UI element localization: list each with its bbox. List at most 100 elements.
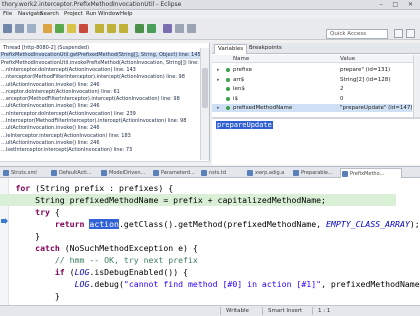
variables-scrollbar[interactable]: [413, 55, 420, 117]
local-variable-icon: [226, 87, 230, 92]
status-cursor-position: 1 : 1: [318, 308, 331, 314]
stack-frame-item[interactable]: …nInterceptor.doIntercept(ActionInvocati…: [0, 111, 209, 118]
code-line[interactable]: String prefixedMethodName = prefix + cap…: [0, 194, 396, 206]
variable-value: String[2] (id=128): [340, 76, 391, 83]
menu-item-project[interactable]: Project: [64, 11, 83, 17]
stack-frame-item[interactable]: …erceptor(MethodFilterInterceptor).inter…: [0, 96, 209, 103]
stack-frame-item[interactable]: …leInterceptor.intercept(ActionInvocatio…: [0, 133, 209, 140]
status-writable: Writable: [226, 308, 249, 314]
java-file-icon: [153, 170, 159, 176]
variable-name: i$: [233, 95, 239, 102]
tab-breakpoints[interactable]: Breakpoints: [246, 44, 285, 54]
print-icon[interactable]: [27, 24, 36, 33]
stack-frame-item[interactable]: …nInterceptor.doIntercept(ActionInvocati…: [0, 67, 209, 74]
java-file-icon: [3, 170, 9, 176]
expand-icon[interactable]: ▸: [217, 105, 220, 111]
code-line[interactable]: return action.getClass().getMethod(prefi…: [0, 218, 420, 230]
variable-row[interactable]: ▸ prefixedMethodName "prepareUpdate" (id=1…: [212, 104, 413, 113]
step-into-icon[interactable]: [95, 24, 104, 33]
menu-item-window[interactable]: Window: [98, 11, 120, 17]
back-icon[interactable]: [175, 24, 184, 33]
window-title: thory.work2.interceptor.PrefixMethodInvo…: [2, 1, 182, 8]
quick-access-input[interactable]: Quick Access: [326, 29, 388, 39]
debug-icon[interactable]: [135, 24, 144, 33]
java-file-icon: [201, 170, 207, 176]
stack-frame-item[interactable]: …ultActionInvocation.invoke() line: 246: [0, 140, 209, 147]
editor-tab-label: Struts.xml: [11, 170, 37, 176]
editor-tab[interactable]: ModelDriven...: [100, 168, 150, 178]
expand-icon[interactable]: ▸: [217, 67, 220, 73]
editor-tab[interactable]: DefaultActi...: [50, 168, 98, 178]
stack-frame-item[interactable]: …ultActionInvocation.invoke() line: 246: [0, 103, 209, 110]
editor-tab[interactable]: Struts.xml: [2, 168, 48, 178]
column-value-header[interactable]: Value: [340, 56, 355, 62]
editor-tab-label: Preparable...: [301, 170, 333, 176]
code-line[interactable]: }: [0, 290, 396, 302]
variables-view: Variables Breakpoints Name Value ▸ prefix…: [212, 43, 420, 165]
variable-value: 2: [340, 86, 344, 93]
menu-item-navigate[interactable]: Navigate: [18, 11, 43, 17]
variable-value: "prepareUpdate" (id=147): [340, 105, 413, 112]
variable-row[interactable]: len$ 2: [212, 85, 412, 93]
step-over-icon[interactable]: [107, 24, 116, 33]
new-icon[interactable]: [3, 24, 12, 33]
debug-scroll-thumb[interactable]: [202, 68, 208, 108]
stack-frame-item[interactable]: …ultActionInvocation.invoke() line: 246: [0, 125, 209, 132]
code-editor[interactable]: for (String prefix : prefixes) { String …: [0, 178, 420, 305]
local-variable-icon: [226, 106, 230, 111]
stack-frame-item[interactable]: …rceptor.doIntercept(ActionInvocation) l…: [0, 89, 209, 96]
suspend-icon[interactable]: [67, 24, 76, 33]
editor-tab[interactable]: nsts.td: [200, 168, 244, 178]
code-line[interactable]: }: [0, 230, 396, 242]
editor-tab[interactable]: Parameterd...: [152, 168, 198, 178]
stack-frame-item[interactable]: …Interceptor(MethodFilterInterceptor).in…: [0, 118, 209, 125]
debug-scrollbar[interactable]: [200, 48, 209, 160]
code-line[interactable]: try {: [0, 206, 396, 218]
search-icon[interactable]: [163, 24, 172, 33]
run-icon[interactable]: [147, 24, 156, 33]
code-line[interactable]: LOG.debug("cannot find method [#0] in ac…: [0, 278, 420, 290]
local-variable-icon: [226, 68, 230, 72]
menu-item-run[interactable]: Run: [86, 11, 97, 17]
editor-tab[interactable]: PrefixMetho...: [340, 168, 402, 178]
variable-row[interactable]: i$ 0: [212, 95, 412, 103]
code-line[interactable]: // hmm -- OK, try next prefix: [0, 254, 396, 266]
debug-view: Thread [http-8080-2] (Suspended) PrefixMe…: [0, 43, 210, 165]
terminate-icon[interactable]: [79, 24, 88, 33]
java-perspective-icon[interactable]: [406, 29, 415, 38]
editor-tab[interactable]: Preparable...: [292, 168, 338, 178]
menu-item-file[interactable]: File: [3, 11, 12, 17]
step-return-icon[interactable]: [119, 24, 128, 33]
editor-tab[interactable]: xwrp.adig.a: [246, 168, 290, 178]
stack-frame-item[interactable]: …ultActionInvocation.invoke() line: 246: [0, 82, 209, 89]
forward-icon[interactable]: [187, 24, 196, 33]
stack-frame-item[interactable]: …nterceptor(MethodFilterInterceptor).int…: [0, 74, 209, 81]
code-line[interactable]: catch (NoSuchMethodException e) {: [0, 242, 396, 254]
save-icon[interactable]: [15, 24, 24, 33]
detail-pane-value[interactable]: prepareUpdate: [216, 121, 273, 129]
variable-row[interactable]: ▸ prefixe prepare" (id=131): [212, 66, 412, 74]
window-controls[interactable]: – □ ✕: [379, 1, 417, 8]
thread-item[interactable]: Thread [http-8080-2] (Suspended): [0, 45, 209, 52]
editor-tab-label: Parameterd...: [161, 170, 195, 176]
stack-frame-item[interactable]: …lsetInterceptor.intercept(ActionInvocat…: [0, 147, 209, 154]
column-name-header[interactable]: Name: [233, 56, 249, 62]
code-line[interactable]: for (String prefix : prefixes) {: [0, 182, 396, 194]
stack-frame-item[interactable]: PrefixMethodInvocationUtil.getPrefixedMe…: [0, 52, 209, 59]
java-file-icon: [247, 170, 253, 176]
tab-variables[interactable]: Variables: [214, 44, 248, 54]
variables-header: Name Value: [212, 55, 420, 63]
code-line[interactable]: if (LOG.isDebugEnabled()) {: [0, 266, 396, 278]
status-separator: [312, 307, 313, 315]
skip-breakpoints-icon[interactable]: [43, 24, 52, 33]
variable-value: 0: [340, 95, 344, 102]
variable-row[interactable]: ▸ arr$ String[2] (id=128): [212, 76, 412, 84]
resume-icon[interactable]: [55, 24, 64, 33]
stack-frame-item[interactable]: PrefixMethodInvocationUtil.invokePrefixM…: [0, 60, 209, 67]
detail-pane-divider[interactable]: [212, 117, 420, 119]
expand-icon[interactable]: ▸: [217, 77, 220, 83]
menu-item-help[interactable]: Help: [120, 11, 133, 17]
menu-item-search[interactable]: Search: [40, 11, 59, 17]
java-file-icon: [51, 170, 57, 176]
open-perspective-icon[interactable]: [394, 29, 403, 38]
